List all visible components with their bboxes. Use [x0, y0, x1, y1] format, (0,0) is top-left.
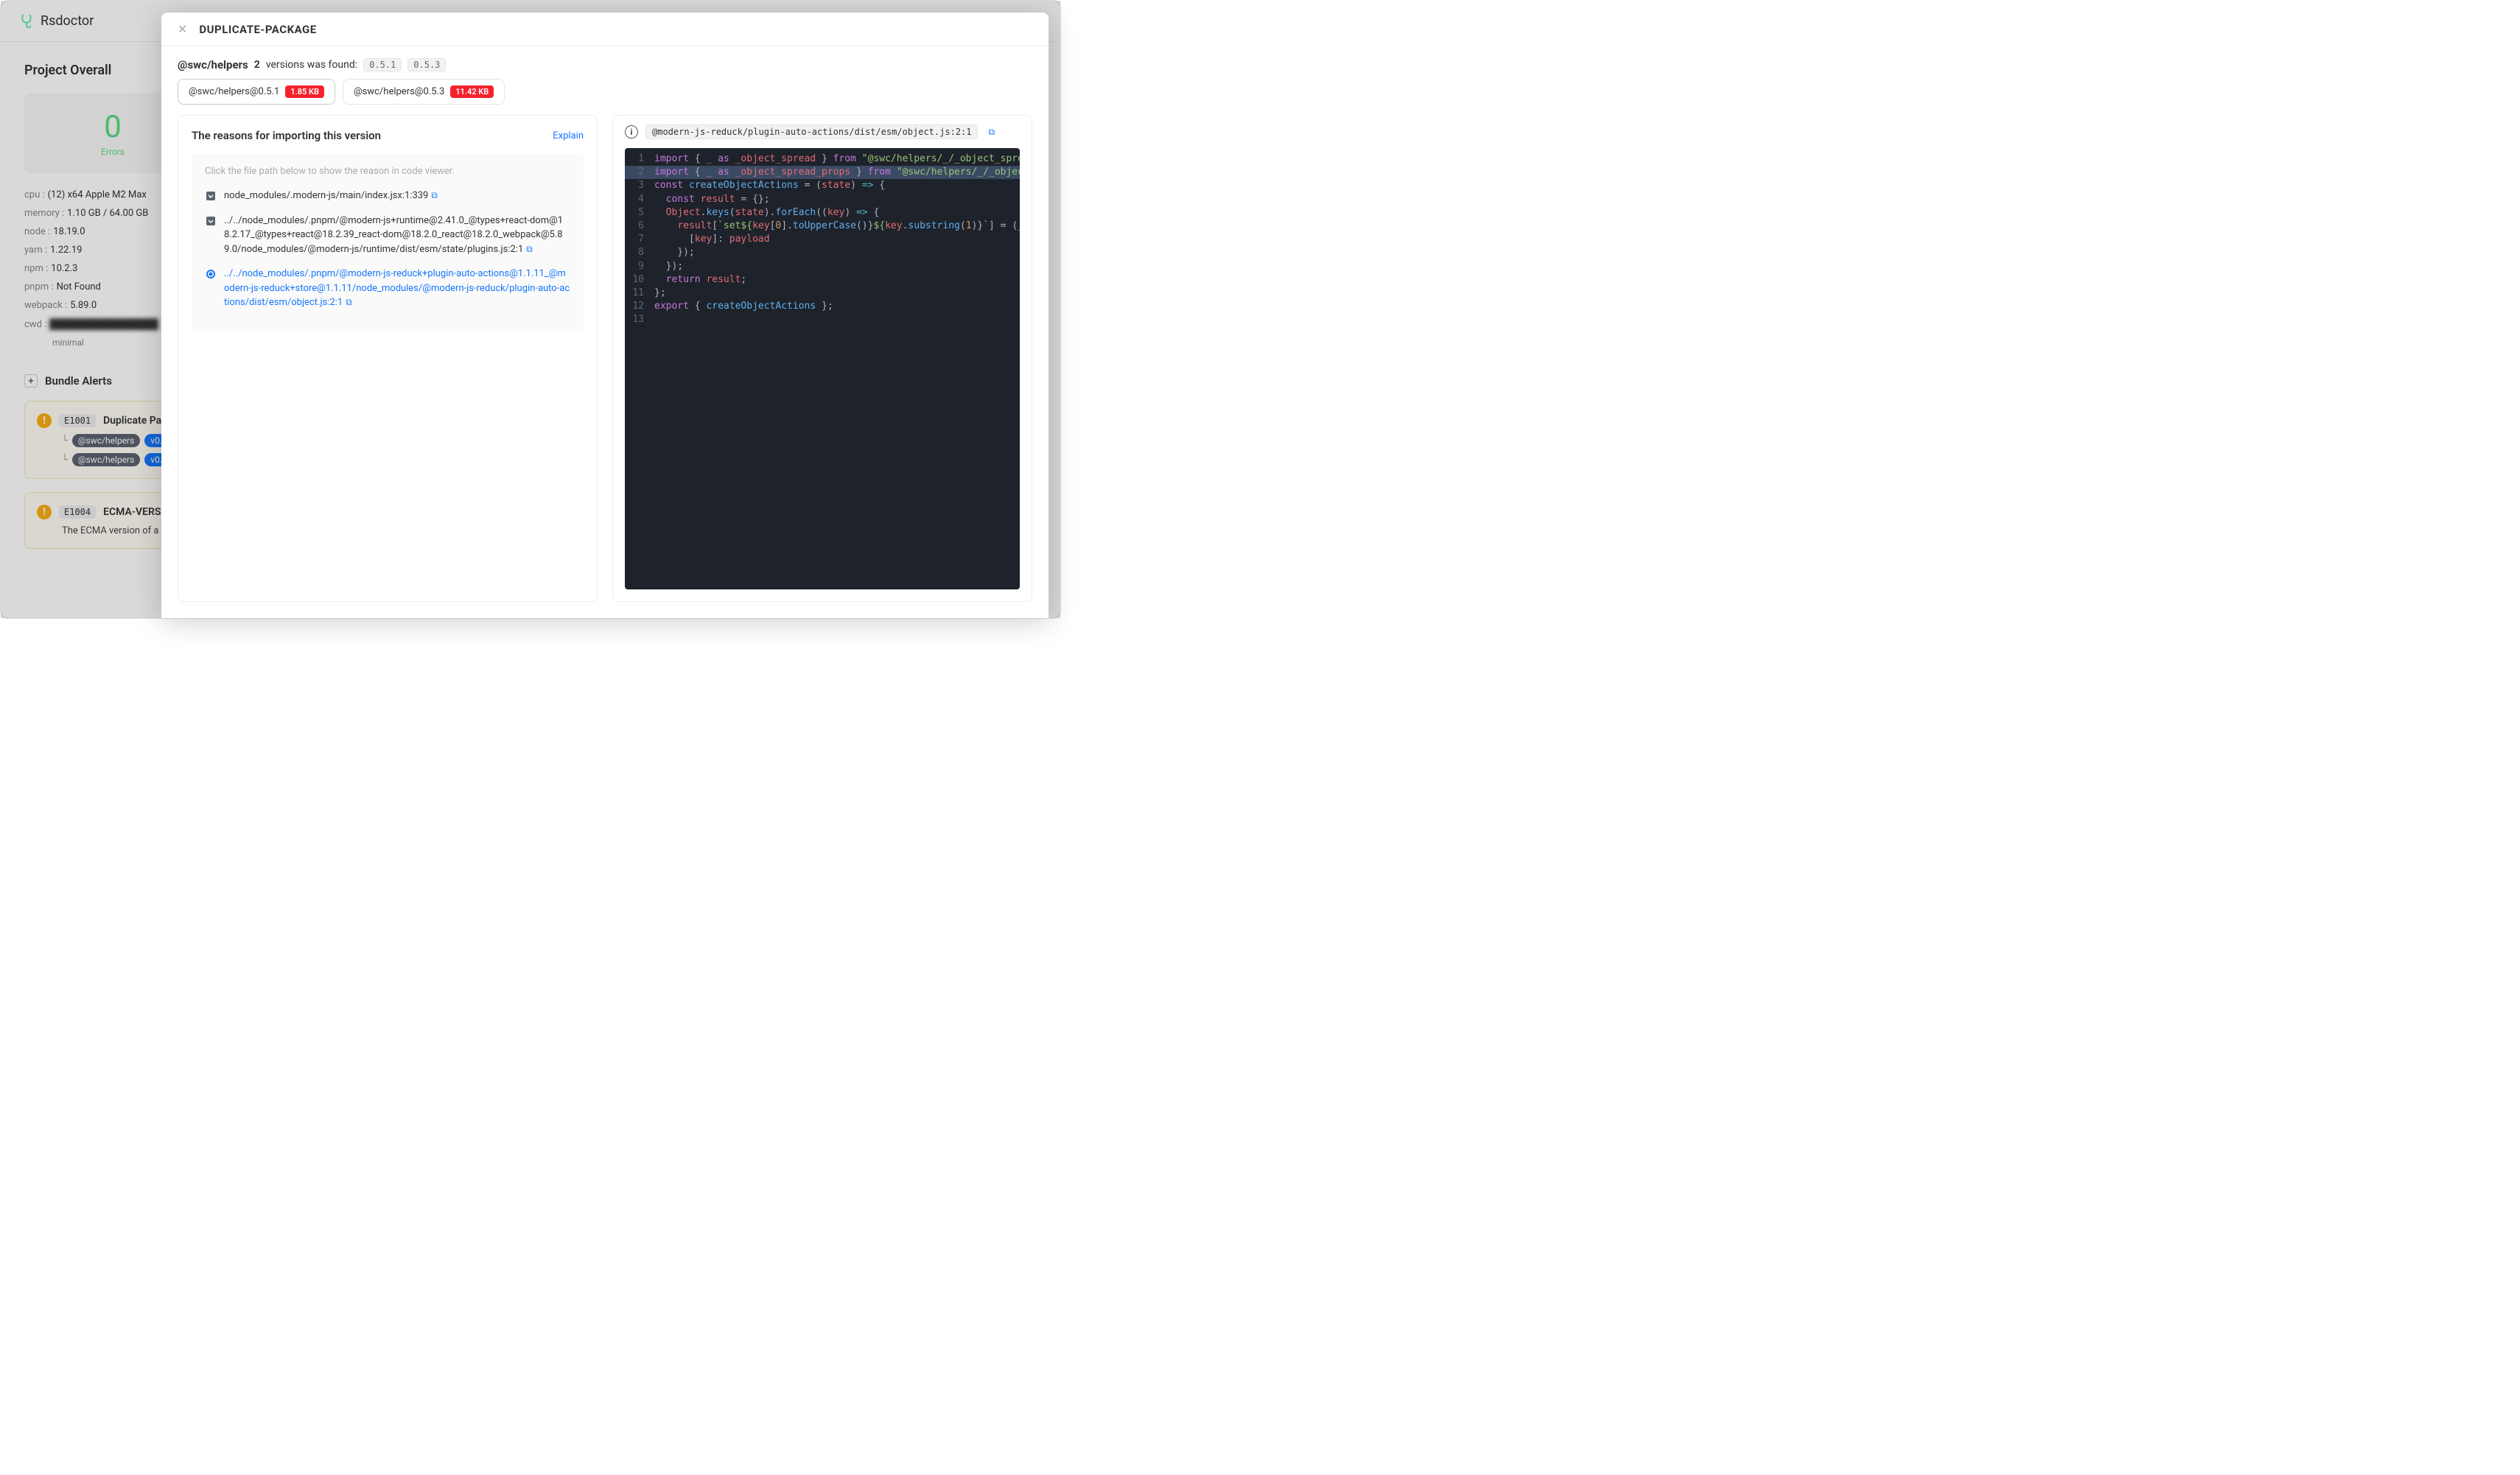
version-tabs: @swc/helpers@0.5.1 1.85 KB @swc/helpers@…: [161, 79, 1049, 115]
version-chip: 0.5.3: [407, 58, 446, 71]
tab-version-0[interactable]: @swc/helpers@0.5.1 1.85 KB: [178, 79, 335, 105]
viewer-file-path: @modern-js-reduck/plugin-auto-actions/di…: [645, 125, 978, 139]
reasons-title: The reasons for importing this version: [192, 129, 381, 142]
modal-title: DUPLICATE-PACKAGE: [199, 23, 316, 36]
size-badge: 1.85 KB: [285, 85, 324, 98]
code-line: 7 [key]: payload: [625, 233, 1020, 246]
code-line: 9 });: [625, 260, 1020, 273]
code-line: 3const createObjectActions = (state) => …: [625, 179, 1020, 192]
versions-found-label: versions was found:: [266, 59, 357, 71]
code-line: 11};: [625, 287, 1020, 300]
code-viewer-panel: i @modern-js-reduck/plugin-auto-actions/…: [612, 115, 1032, 602]
versions-count: 2: [254, 59, 260, 71]
arrow-down-icon: [205, 215, 217, 227]
tab-version-1[interactable]: @swc/helpers@0.5.3 11.42 KB: [343, 79, 505, 105]
package-name: @swc/helpers: [178, 58, 248, 71]
code-line: 5 Object.keys(state).forEach((key) => {: [625, 206, 1020, 220]
code-line: 13: [625, 313, 1020, 326]
modal-subtitle: @swc/helpers 2 versions was found: 0.5.1…: [161, 46, 1049, 79]
copy-icon[interactable]: ⧉: [431, 190, 438, 200]
code-viewer[interactable]: 1import { _ as _object_spread } from "@s…: [625, 148, 1020, 589]
close-icon[interactable]: ✕: [178, 22, 187, 36]
code-line: 4 const result = {};: [625, 193, 1020, 206]
info-icon: i: [625, 125, 638, 139]
selected-dot-icon: [205, 268, 217, 280]
copy-icon[interactable]: ⧉: [988, 127, 995, 138]
code-line: 1import { _ as _object_spread } from "@s…: [625, 153, 1020, 166]
import-path-row[interactable]: node_modules/.modern-js/main/index.jsx:1…: [205, 189, 570, 203]
reasons-panel: The reasons for importing this version E…: [178, 115, 598, 602]
import-path-row[interactable]: ../../node_modules/.pnpm/@modern-js-redu…: [205, 267, 570, 310]
code-line: 10 return result;: [625, 273, 1020, 287]
explain-link[interactable]: Explain: [553, 130, 584, 141]
code-line: 2import { _ as _object_spread_props } fr…: [625, 166, 1020, 179]
import-path-text[interactable]: ../../node_modules/.pnpm/@modern-js-redu…: [224, 267, 570, 310]
code-line: 8 });: [625, 246, 1020, 259]
version-chip: 0.5.1: [363, 58, 402, 71]
reasons-hint: Click the file path below to show the re…: [205, 166, 570, 177]
code-line: 12export { createObjectActions };: [625, 300, 1020, 313]
import-path-text[interactable]: ../../node_modules/.pnpm/@modern-js+runt…: [224, 214, 570, 257]
duplicate-package-modal: ✕ DUPLICATE-PACKAGE @swc/helpers 2 versi…: [161, 13, 1049, 618]
arrow-down-icon: [205, 190, 217, 202]
size-badge: 11.42 KB: [450, 85, 494, 98]
import-path-text[interactable]: node_modules/.modern-js/main/index.jsx:1…: [224, 189, 570, 203]
copy-icon[interactable]: ⧉: [346, 297, 352, 307]
copy-icon[interactable]: ⧉: [526, 244, 533, 254]
code-line: 6 result[`set${key[0].toUpperCase()}${ke…: [625, 220, 1020, 233]
import-path-row[interactable]: ../../node_modules/.pnpm/@modern-js+runt…: [205, 214, 570, 257]
